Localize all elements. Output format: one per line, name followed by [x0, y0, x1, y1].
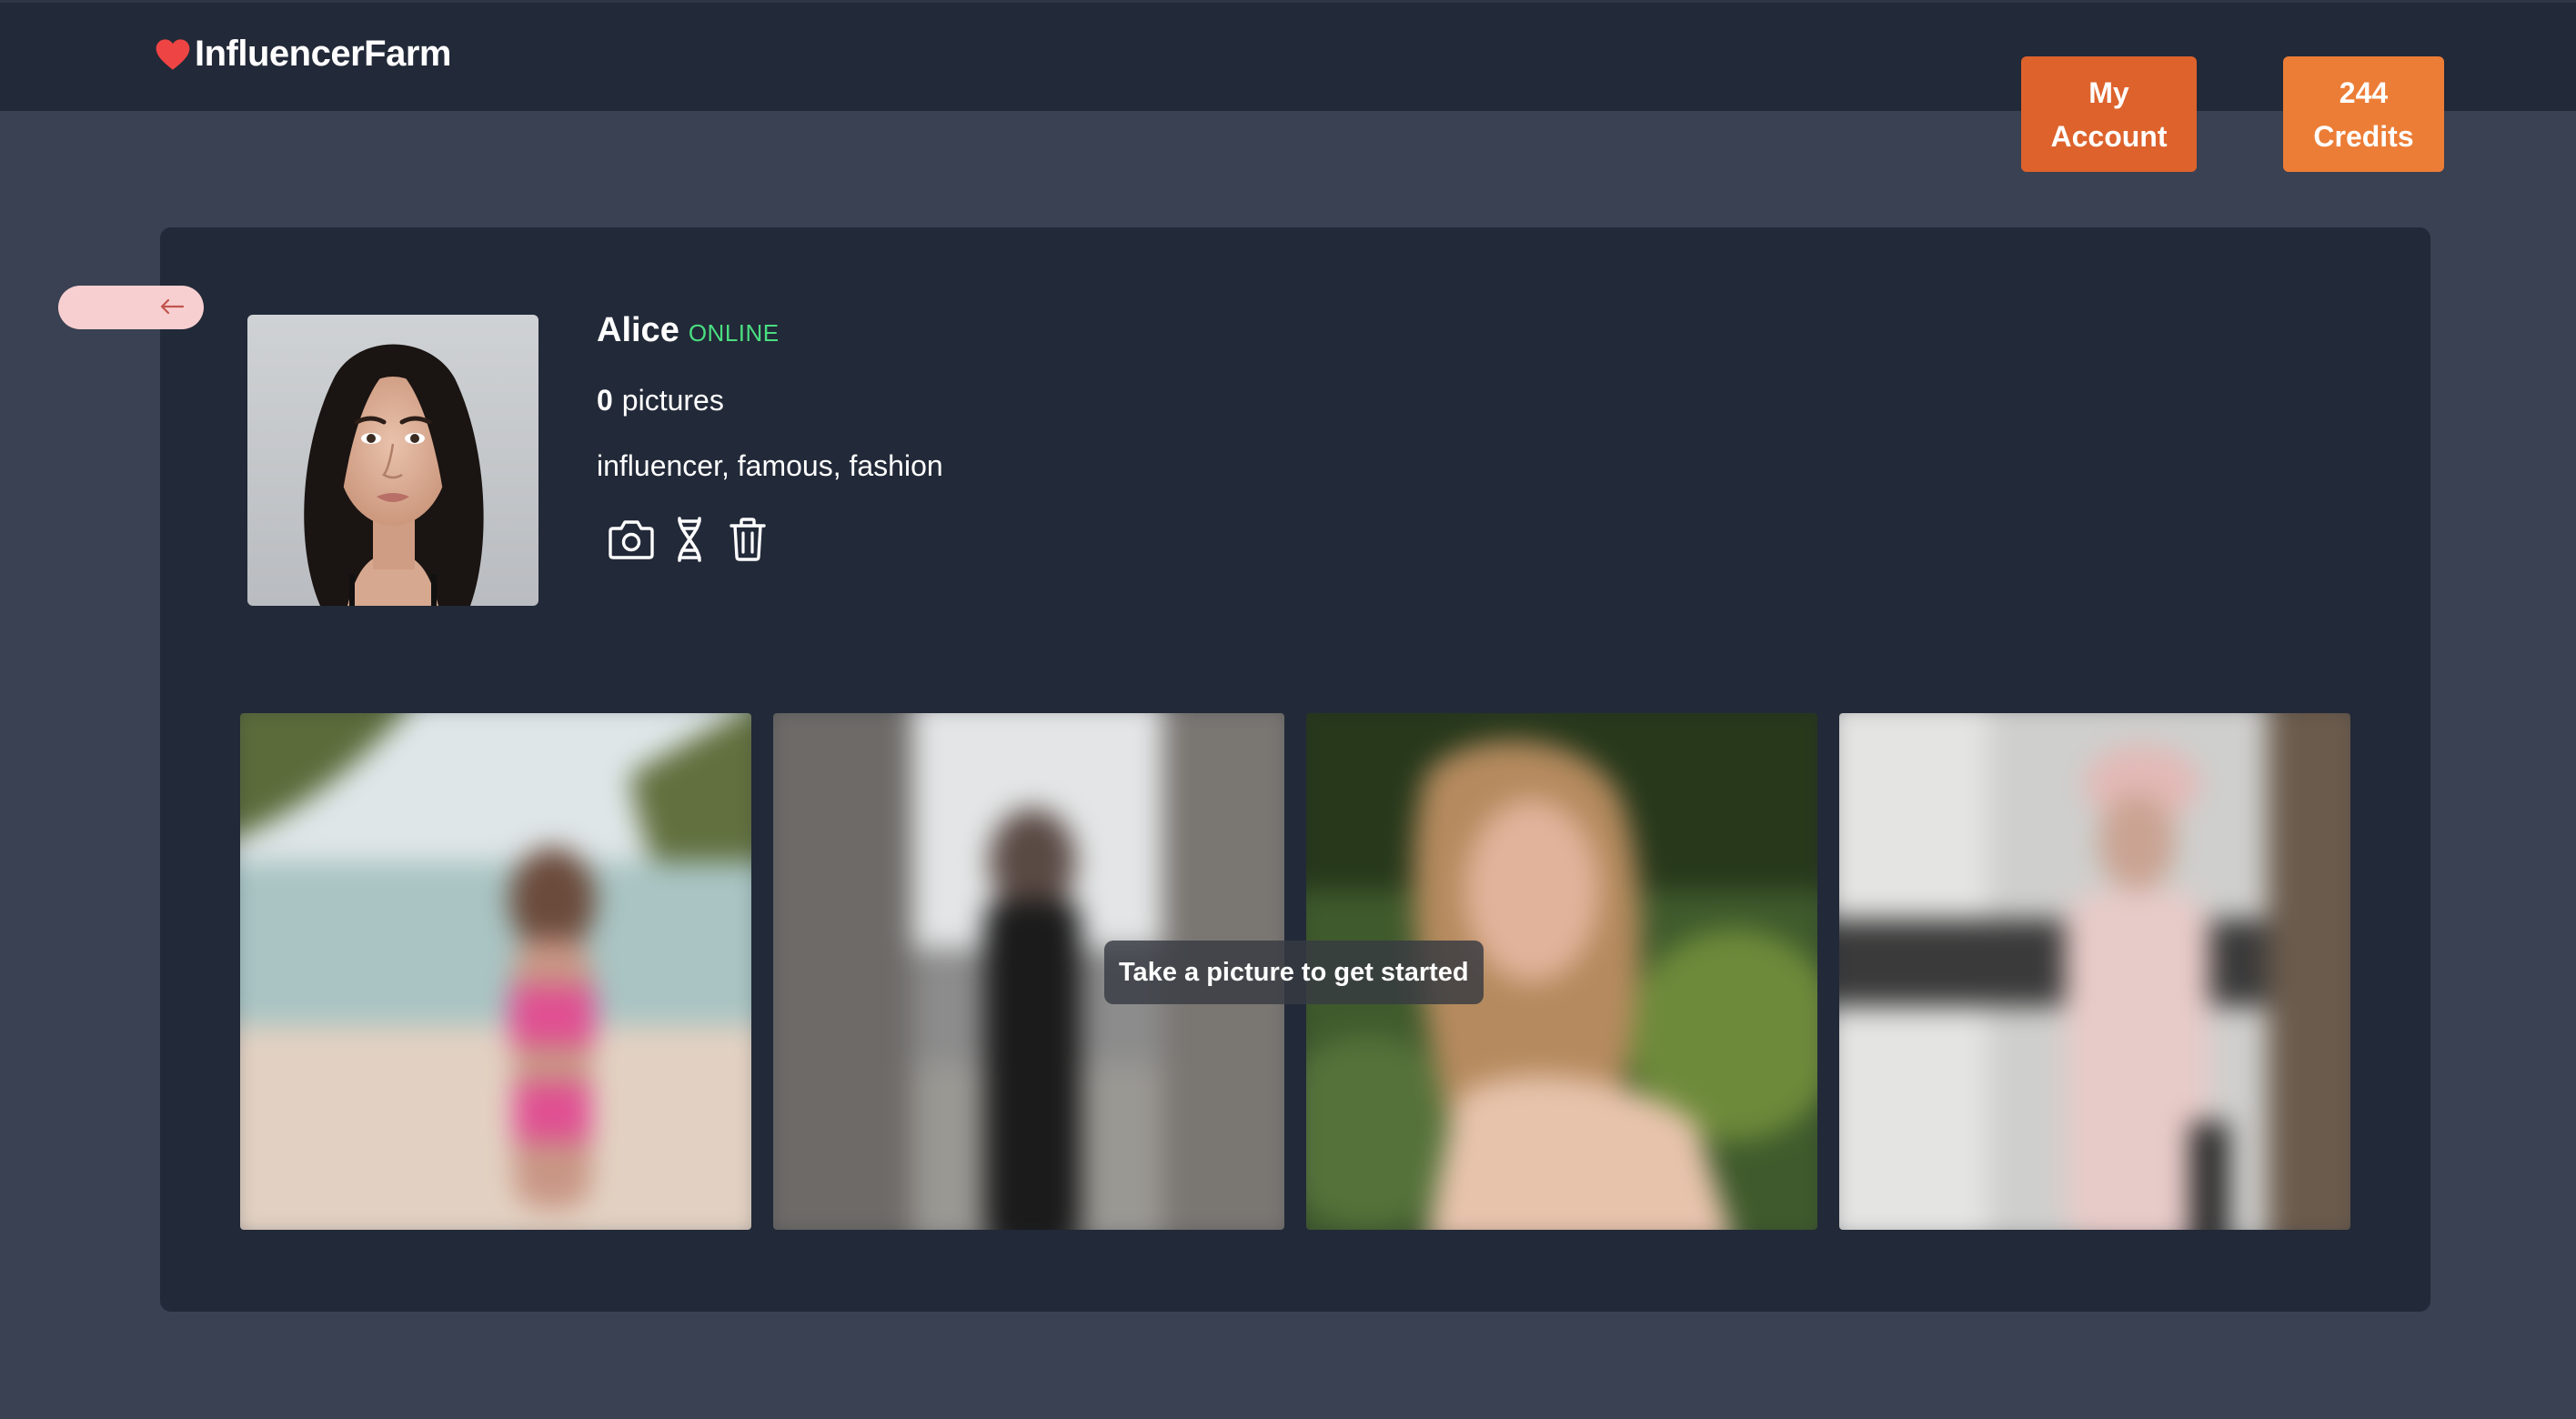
- brand-link[interactable]: InfluencerFarm: [155, 34, 451, 75]
- picture-count: 0 pictures: [597, 384, 724, 418]
- my-account-line-2: Account: [2050, 119, 2168, 153]
- picture-count-value: 0: [597, 384, 613, 417]
- my-account-line-1: My: [2088, 75, 2129, 109]
- arrow-left-icon: [160, 298, 185, 317]
- credits-count: 244: [2339, 75, 2389, 109]
- camera-icon: [608, 518, 655, 564]
- profile-name: Alice: [597, 311, 679, 349]
- profile-name-row: Alice ONLINE: [597, 311, 780, 350]
- status-badge: ONLINE: [688, 319, 780, 347]
- credits-label: Credits: [2313, 119, 2414, 153]
- gallery-image: [1839, 713, 2350, 1230]
- delete-button[interactable]: [724, 515, 771, 566]
- take-picture-button[interactable]: [608, 515, 655, 566]
- my-account-button[interactable]: My Account: [2021, 56, 2197, 172]
- dna-icon: [674, 516, 705, 566]
- profile-tags: influencer, famous, fashion: [597, 449, 943, 482]
- trash-icon: [729, 517, 767, 565]
- empty-gallery-message: Take a picture to get started: [1104, 941, 1484, 1004]
- profile-actions: [608, 515, 771, 566]
- profile-avatar: [247, 315, 538, 606]
- back-button[interactable]: [58, 286, 204, 329]
- picture-count-label: pictures: [621, 384, 724, 417]
- heart-icon: [155, 37, 191, 72]
- credits-button[interactable]: 244 Credits: [2283, 56, 2444, 172]
- dna-button[interactable]: [666, 515, 713, 566]
- gallery-image: [240, 713, 751, 1230]
- brand-name: InfluencerFarm: [195, 34, 451, 74]
